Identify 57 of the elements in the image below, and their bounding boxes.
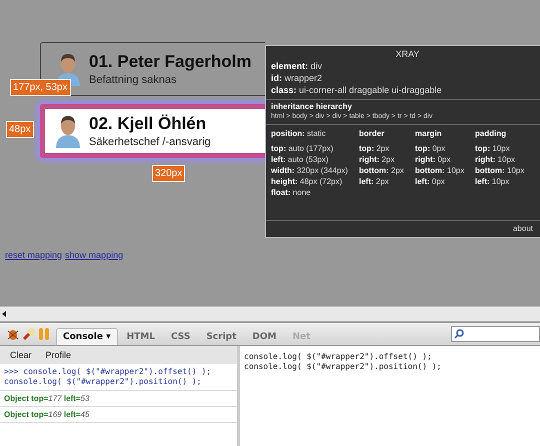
property-heading: border — [359, 129, 386, 138]
bug-icon[interactable] — [6, 327, 20, 341]
property-value: right: 2px — [359, 155, 396, 164]
mapping-link[interactable]: reset mapping — [5, 250, 62, 260]
property-value: top: 2px — [359, 144, 390, 153]
console-action[interactable]: Clear — [10, 350, 32, 360]
property-value: left: 0px — [415, 177, 446, 186]
person-name: 02. Kjell Öhlén — [89, 114, 208, 134]
property-value: float: none — [271, 188, 312, 197]
search-field[interactable] — [451, 326, 540, 342]
property-value: left: auto (53px) — [271, 155, 330, 164]
person-title: Säkerhetschef /-ansvarig — [89, 136, 211, 148]
property-value: left: 10px — [475, 177, 510, 186]
height-label: 48px — [6, 121, 34, 138]
element-info: id: wrapper2 — [271, 73, 324, 83]
person-card[interactable]: 02. Kjell Öhlén Säkerhetschef /-ansvarig — [40, 104, 265, 158]
element-info: class: ui-corner-all draggable ui-draggable — [271, 85, 443, 95]
property-value: width: 320px (344px) — [271, 166, 349, 175]
offset-label: 177px, 53px — [10, 79, 70, 96]
person-title: Befattning saknas — [89, 74, 178, 86]
property-value: height: 48px (72px) — [271, 177, 344, 186]
xray-title: XRAY — [394, 48, 420, 59]
width-label: 320px — [152, 165, 186, 182]
person-avatar-icon — [55, 114, 81, 148]
horizontal-scrollbar[interactable] — [0, 306, 540, 322]
property-value: right: 0px — [415, 155, 452, 164]
property-value: bottom: 2px — [359, 166, 405, 175]
property-heading: padding — [475, 129, 508, 138]
property-value: bottom: 10px — [475, 166, 526, 175]
about-link[interactable]: about — [510, 221, 535, 237]
console-action[interactable]: Profile — [46, 350, 72, 360]
person-name: 01. Peter Fagerholm — [89, 52, 252, 72]
element-info: element: div — [271, 61, 324, 71]
console-result: Object top=177 left=53 — [0, 391, 237, 407]
search-icon — [454, 329, 464, 339]
code-line: console.log( $("#wrapper2").position() ); — [244, 362, 442, 371]
property-value: right: 10px — [475, 155, 516, 164]
panel-tab[interactable]: CSS — [164, 328, 198, 345]
property-value: top: auto (177px) — [271, 144, 334, 153]
property-value: top: 0px — [415, 144, 446, 153]
inspect-icon[interactable] — [22, 327, 36, 341]
console-command: >>> console.log( $("#wrapper2").offset() ); console.log( $("#wrapper2").position() ); — [0, 364, 237, 391]
property-value: top: 10px — [475, 144, 511, 153]
hierarchy-heading: inheritance hierarchy — [271, 102, 353, 111]
code-line: console.log( $("#wrapper2").offset() ); — [244, 352, 433, 361]
panel-tab[interactable]: Script — [199, 328, 244, 345]
property-value: left: 2px — [359, 177, 390, 186]
console-result: Object top=169 left=45 — [0, 407, 237, 423]
mapping-link[interactable]: show mapping — [65, 250, 124, 260]
panel-tab[interactable]: HTML — [120, 328, 162, 345]
property-heading: margin — [415, 129, 443, 138]
left-arrow-icon[interactable] — [0, 310, 8, 318]
property-value: bottom: 10px — [415, 166, 466, 175]
command-editor[interactable]: console.log( $("#wrapper2").offset() ); console.log( $("#wrapper2").position() ); — [240, 346, 540, 446]
panel-tab[interactable]: DOM — [245, 328, 284, 345]
panel-tab[interactable]: Console ▾ — [56, 328, 118, 345]
property-heading: position: static — [271, 129, 327, 138]
